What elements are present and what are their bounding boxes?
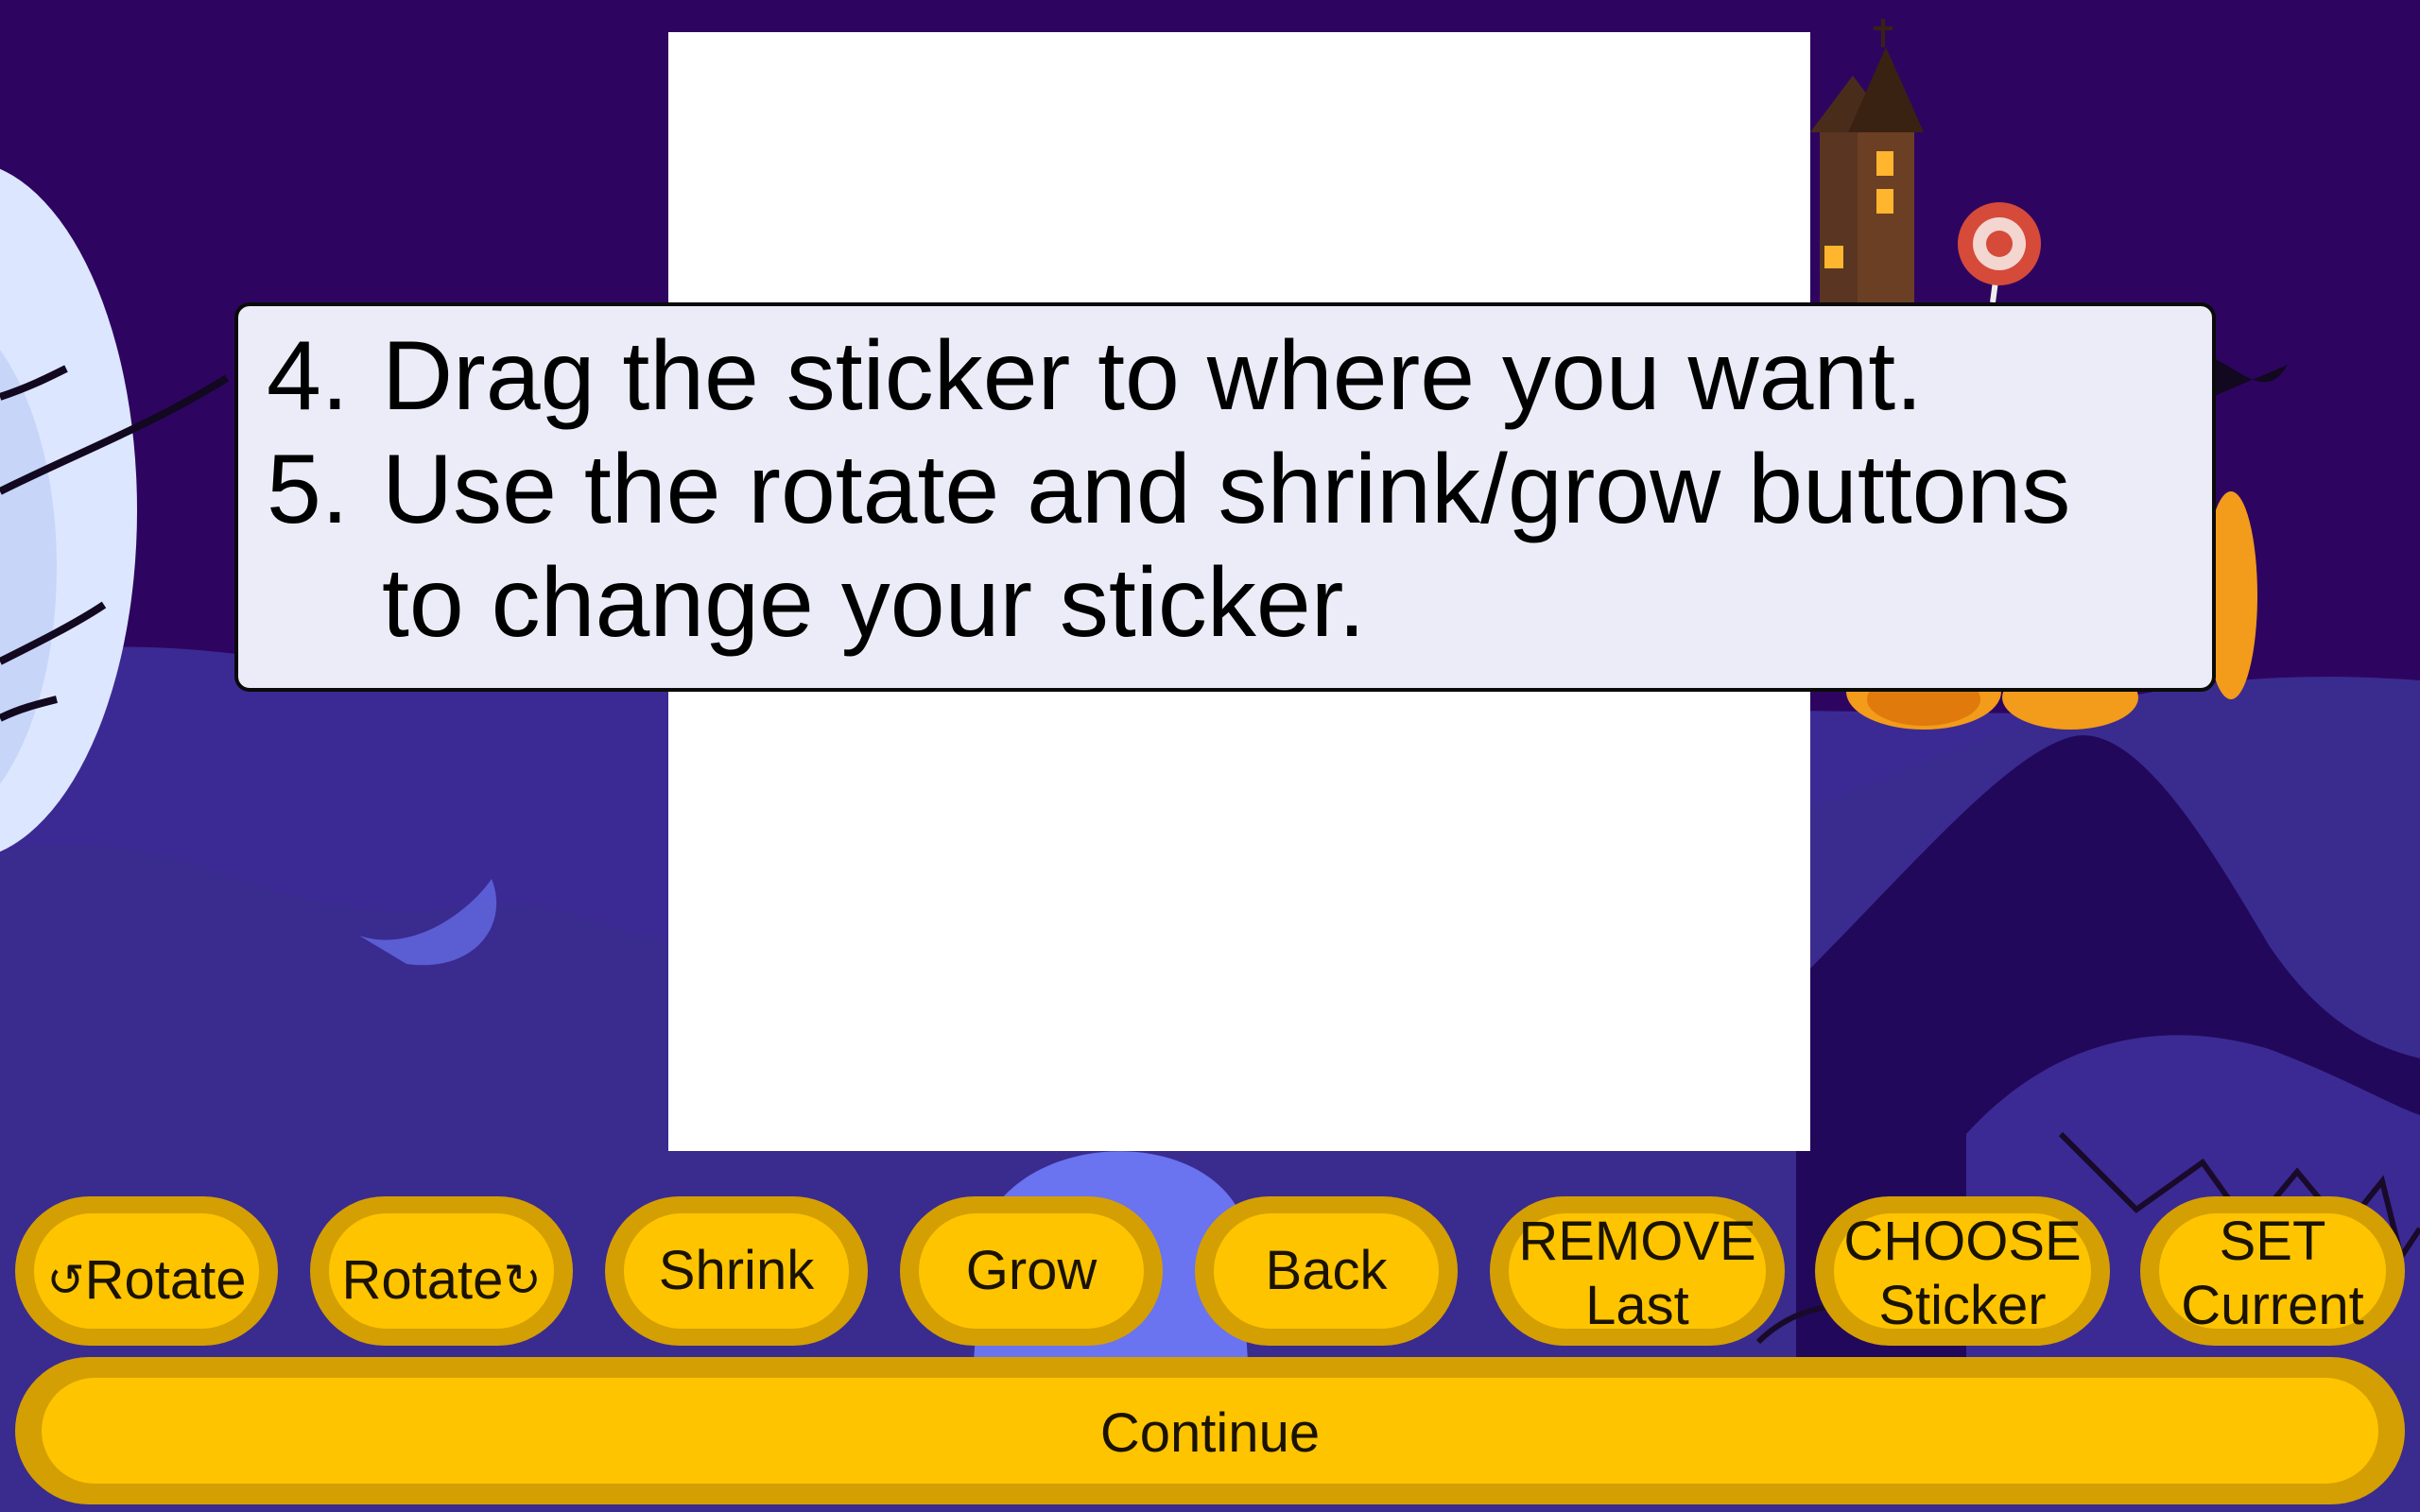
instruction-panel: 4. Drag the sticker to where you want. 5… [234,302,2216,692]
rotate-cw-icon: ↻ [503,1254,542,1307]
halloween-sticker-scene: 4. Drag the sticker to where you want. 5… [0,0,2420,1512]
remove-last-button[interactable]: REMOVE Last [1490,1196,1785,1346]
instruction-step-4: 4. Drag the sticker to where you want. [267,319,2186,433]
button-label-line: Last [1585,1275,1689,1336]
button-label: SET Current [2140,1202,2405,1346]
step-text-line: to change your sticker. [382,548,1366,658]
button-label-line: Sticker [1878,1275,2047,1336]
bat-wing [2212,359,2288,397]
back-button[interactable]: Back [1195,1196,1458,1346]
step-text: Drag the sticker to where you want. [382,321,1924,431]
step-number: 5. [267,435,349,544]
button-label: Back [1265,1240,1388,1301]
lollipop [1958,202,2041,303]
haunted-house [1810,19,1924,321]
button-label: Shrink [658,1240,815,1301]
shrink-button[interactable]: Shrink [605,1196,868,1346]
step-number: 4. [267,321,349,431]
grow-button[interactable]: Grow [900,1196,1163,1346]
button-label-line: Current [2181,1275,2364,1336]
button-label: Rotate ↻ [310,1215,573,1346]
rotate-ccw-icon: ↺ [46,1254,85,1307]
rotate-right-button[interactable]: Rotate ↻ [310,1196,573,1346]
button-label: CHOOSE Sticker [1815,1202,2110,1346]
button-label: Grow [965,1240,1098,1301]
button-label: Continue [1099,1402,1321,1464]
button-label-line: SET [2219,1211,2326,1272]
step-text-line: Use the rotate and shrink/grow buttons [382,435,2071,544]
step-text: Use the rotate and shrink/grow buttons t… [382,433,2070,660]
rotate-left-button[interactable]: ↺ Rotate [15,1196,278,1346]
button-label: REMOVE Last [1490,1202,1785,1346]
choose-sticker-button[interactable]: CHOOSE Sticker [1815,1196,2110,1346]
instruction-step-5: 5. Use the rotate and shrink/grow button… [267,433,2186,660]
button-label-line: REMOVE [1518,1211,1756,1272]
rotate-label: Rotate [341,1249,504,1311]
button-label: ↺ Rotate [15,1215,278,1346]
button-label-line: CHOOSE [1843,1211,2082,1272]
continue-button[interactable]: Continue [15,1357,2405,1504]
set-current-button[interactable]: SET Current [2140,1196,2405,1346]
rotate-label: Rotate [84,1249,247,1311]
